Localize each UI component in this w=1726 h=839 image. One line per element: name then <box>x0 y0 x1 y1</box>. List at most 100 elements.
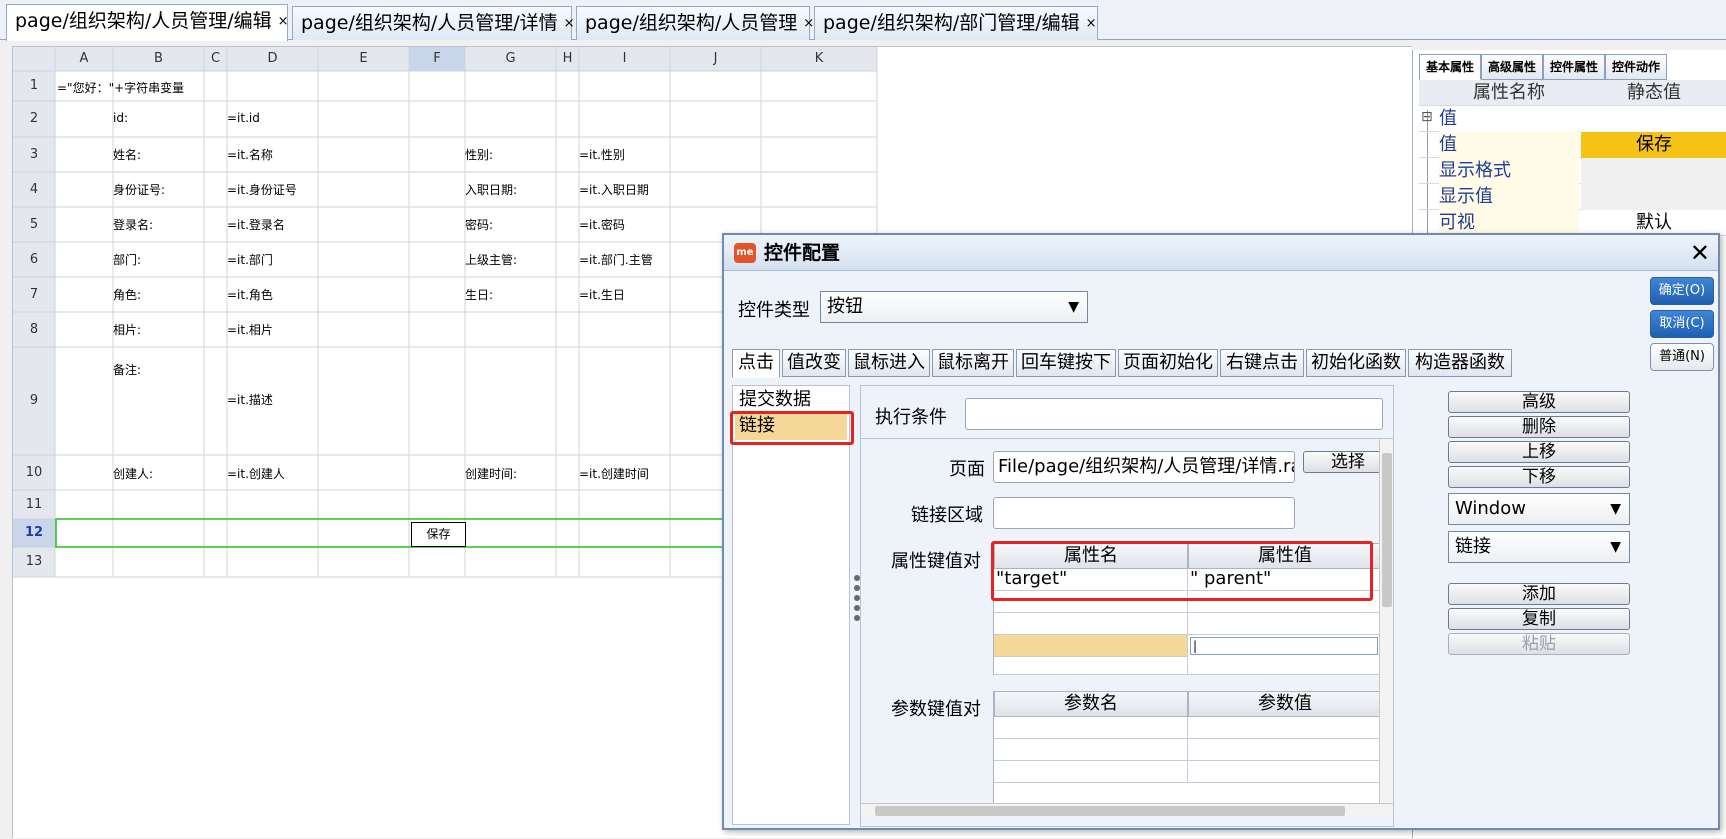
tab-enter-key[interactable]: 回车键按下 <box>1016 349 1116 377</box>
column-header-j[interactable]: J <box>670 47 761 71</box>
normal-button[interactable]: 普通(N) <box>1650 343 1714 371</box>
cell-b3[interactable]: 姓名: <box>113 146 141 163</box>
column-header-b[interactable]: B <box>113 47 204 71</box>
column-header-f[interactable]: F <box>409 47 465 71</box>
cell-d6[interactable]: =it.部门 <box>227 251 273 268</box>
column-header-h[interactable]: H <box>556 47 579 71</box>
tab-constructor-function[interactable]: 构造器函数 <box>1408 349 1512 377</box>
horizontal-scrollbar[interactable] <box>861 803 1393 816</box>
column-header-e[interactable]: E <box>318 47 409 71</box>
cell-b5[interactable]: 登录名: <box>113 216 153 233</box>
attr-name-cell[interactable]: "target" <box>994 569 1188 591</box>
move-up-button[interactable]: 上移 <box>1448 441 1630 463</box>
save-button-cell[interactable]: 保存 <box>411 522 466 547</box>
cell-b7[interactable]: 角色: <box>113 286 141 303</box>
attr-value-cell[interactable] <box>1188 657 1382 675</box>
tab-personnel-edit[interactable]: page/组织架构/人员管理/编辑 × <box>6 4 289 41</box>
cell-g4[interactable]: 入职日期: <box>465 181 517 198</box>
collapse-icon[interactable]: ⊟ <box>1421 109 1433 125</box>
cell-b6[interactable]: 部门: <box>113 251 141 268</box>
cell-d5[interactable]: =it.登录名 <box>227 216 285 233</box>
tab-right-click[interactable]: 右键点击 <box>1220 349 1304 377</box>
cell-g5[interactable]: 密码: <box>465 216 493 233</box>
column-header-d[interactable]: D <box>227 47 318 71</box>
cell-b10[interactable]: 创建人: <box>113 465 153 482</box>
close-icon[interactable]: × <box>803 16 814 31</box>
tab-control-actions[interactable]: 控件动作 <box>1605 54 1667 80</box>
tab-basic-properties[interactable]: 基本属性 <box>1419 54 1481 80</box>
cell-i5[interactable]: =it.密码 <box>579 216 625 233</box>
attr-value-editor[interactable]: | <box>1190 637 1378 655</box>
cell-g7[interactable]: 生日: <box>465 286 493 303</box>
paste-button[interactable]: 粘贴 <box>1448 633 1630 655</box>
param-name-cell[interactable] <box>994 717 1188 739</box>
link-area-input[interactable] <box>993 497 1295 529</box>
cell-b8[interactable]: 相片: <box>113 321 141 338</box>
scrollbar-thumb[interactable] <box>875 806 1345 816</box>
control-type-select[interactable]: 按钮 ▼ <box>820 291 1088 323</box>
property-value[interactable]: 保存 <box>1581 132 1726 158</box>
cell-d4[interactable]: =it.身份证号 <box>227 181 297 198</box>
page-input[interactable]: File/page/组织架构/人员管理/详情.raq <box>993 451 1295 483</box>
cell-d9[interactable]: =it.描述 <box>227 391 273 408</box>
row-header-12[interactable]: 12 <box>13 519 55 547</box>
param-name-cell[interactable] <box>994 761 1188 783</box>
list-item-submit-data[interactable]: 提交数据 <box>735 388 847 414</box>
tab-advanced-properties[interactable]: 高级属性 <box>1481 54 1543 80</box>
delete-button[interactable]: 删除 <box>1448 416 1630 438</box>
tab-page-init[interactable]: 页面初始化 <box>1118 349 1218 377</box>
param-value-cell[interactable] <box>1188 717 1382 739</box>
copy-button[interactable]: 复制 <box>1448 608 1630 630</box>
column-header-c[interactable]: C <box>204 47 227 71</box>
cell-b2[interactable]: id: <box>113 111 128 125</box>
column-header-a[interactable]: A <box>55 47 113 71</box>
attr-name-cell[interactable] <box>994 657 1188 675</box>
cell-i3[interactable]: =it.性别 <box>579 146 625 163</box>
column-header-g[interactable]: G <box>465 47 556 71</box>
tab-mouse-enter[interactable]: 鼠标进入 <box>848 349 930 377</box>
row-header-11[interactable]: 11 <box>13 490 55 519</box>
cell-d7[interactable]: =it.角色 <box>227 286 273 303</box>
attr-name-cell-selected[interactable] <box>994 635 1188 657</box>
tab-click[interactable]: 点击 <box>732 349 780 378</box>
tab-mouse-leave[interactable]: 鼠标离开 <box>932 349 1014 377</box>
attr-value-cell[interactable]: " parent" <box>1188 569 1382 591</box>
row-header-13[interactable]: 13 <box>13 547 55 577</box>
cell-i7[interactable]: =it.生日 <box>579 286 625 303</box>
cell-i4[interactable]: =it.入职日期 <box>579 181 649 198</box>
cell-a1[interactable]: ="您好："+字符串变量 <box>57 79 184 96</box>
ok-button[interactable]: 确定(O) <box>1650 277 1714 305</box>
param-name-cell[interactable] <box>994 739 1188 761</box>
row-header-5[interactable]: 5 <box>13 207 55 242</box>
move-down-button[interactable]: 下移 <box>1448 466 1630 488</box>
cell-d3[interactable]: =it.名称 <box>227 146 273 163</box>
close-icon[interactable]: ✕ <box>1690 237 1710 269</box>
attr-value-cell[interactable] <box>1188 591 1382 613</box>
cell-d2[interactable]: =it.id <box>227 111 260 125</box>
cell-d8[interactable]: =it.相片 <box>227 321 273 338</box>
property-row-value[interactable]: 值 保存 <box>1419 132 1726 158</box>
cell-g10[interactable]: 创建时间: <box>465 465 517 482</box>
cell-d10[interactable]: =it.创建人 <box>227 465 285 482</box>
column-header-i[interactable]: I <box>579 47 670 71</box>
tab-department-edit[interactable]: page/组织架构/部门管理/编辑 × <box>814 6 1098 40</box>
exec-condition-input[interactable] <box>965 398 1383 430</box>
property-value[interactable] <box>1581 184 1726 210</box>
window-select[interactable]: Window ▼ <box>1448 493 1630 525</box>
cell-i6[interactable]: =it.部门.主管 <box>579 251 653 268</box>
tab-init-function[interactable]: 初始化函数 <box>1306 349 1406 377</box>
row-header-6[interactable]: 6 <box>13 242 55 277</box>
row-header-4[interactable]: 4 <box>13 172 55 207</box>
tab-personnel-detail[interactable]: page/组织架构/人员管理/详情 × <box>292 6 575 40</box>
param-pairs-table[interactable]: 参数名 参数值 <box>993 691 1382 816</box>
param-value-cell[interactable] <box>1188 739 1382 761</box>
advanced-button[interactable]: 高级 <box>1448 391 1630 413</box>
add-button[interactable]: 添加 <box>1448 583 1630 605</box>
attr-pairs-table[interactable]: 属性名 属性值 "target" " parent" | <box>993 543 1382 675</box>
property-row-value-group[interactable]: ⊟ 值 <box>1419 106 1726 132</box>
row-header-7[interactable]: 7 <box>13 277 55 312</box>
tab-value-change[interactable]: 值改变 <box>782 349 846 377</box>
cancel-button[interactable]: 取消(C) <box>1650 310 1714 338</box>
close-icon[interactable]: × <box>564 16 575 31</box>
row-header-3[interactable]: 3 <box>13 137 55 172</box>
